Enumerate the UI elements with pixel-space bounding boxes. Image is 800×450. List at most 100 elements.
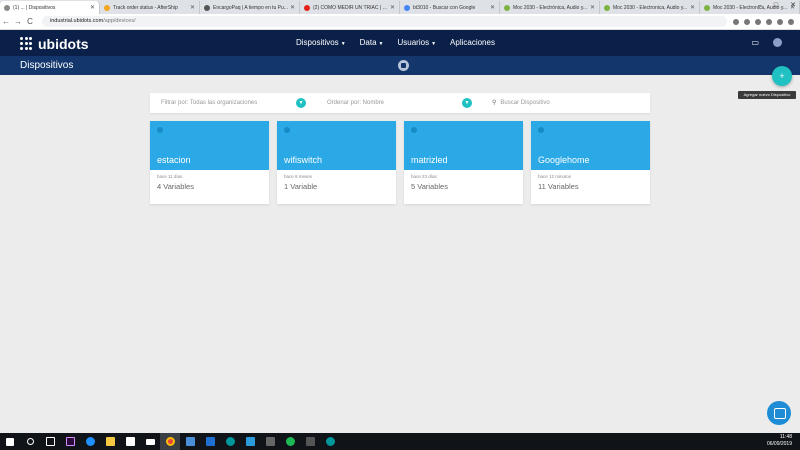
forward-button[interactable]: → [12,17,24,26]
device-last-activity: hace 12 minutos [538,174,572,179]
browser-tab-6[interactable]: Moc 2030 - Electronica, Audio y... ✕ [600,1,700,14]
task-view-icon[interactable] [40,433,60,450]
chevron-down-icon: ▼ [340,41,346,47]
chat-icon[interactable] [767,401,791,425]
app-icon[interactable] [260,433,280,450]
arduino-icon[interactable] [220,433,240,450]
tab-close-icon[interactable]: ✕ [590,4,595,11]
tab-favicon-icon [304,4,310,11]
device-name: Googlehome [538,155,590,165]
device-card-estacion[interactable]: estacion hace 11 días 4 Variables [150,121,269,204]
mail-icon[interactable] [140,433,160,450]
tab-favicon-icon [104,4,110,11]
device-card-wifiswitch[interactable]: wifiswitch hace 8 meses 1 Variable [277,121,396,204]
extension-icon[interactable] [766,18,772,25]
system-clock[interactable]: 11:48 06/09/2019 [767,434,792,448]
premiere-icon[interactable] [60,433,80,450]
nav-data[interactable]: Data ▼ [360,38,384,47]
device-icon [538,127,544,133]
chrome-icon[interactable] [160,433,180,450]
tab-close-icon[interactable]: ✕ [90,4,95,11]
url-input[interactable]: industrial.ubidots.com/app/devices/ [42,16,727,27]
ubidots-logo[interactable]: ubidots [20,36,89,52]
chevron-down-icon[interactable]: ▼ [296,98,306,108]
avatar[interactable] [773,38,782,47]
close-window-button[interactable]: ✕ [790,0,796,12]
spotify-icon[interactable] [280,433,300,450]
browser-tab-4[interactable]: bt3010 - Buscar con Google ✕ [400,1,500,14]
windows-start-icon[interactable] [0,433,20,450]
tab-favicon-icon [604,4,610,11]
nav-dispositivos[interactable]: Dispositivos ▼ [296,38,346,47]
clock-date: 06/09/2019 [766,441,792,447]
logo-dots-icon [20,37,34,51]
chevron-down-icon[interactable]: ▼ [462,98,472,108]
extension-icon[interactable] [744,18,750,25]
device-name: wifiswitch [284,155,323,165]
app-header: ubidots Dispositivos ▼ Data ▼ Usuarios ▼ Ap… [0,30,800,56]
device-variable-count: 1 Variable [284,182,318,191]
menu-icon[interactable] [788,18,794,25]
browser-tab-1[interactable]: Track order status - AfterShip ✕ [100,1,200,14]
file-explorer-icon[interactable] [100,433,120,450]
tab-favicon-icon [4,4,10,11]
browser-tab-3[interactable]: (2) COMO MEDIR UN TRIAC | CO... ✕ [300,1,400,14]
tab-close-icon[interactable]: ✕ [190,4,195,11]
device-variable-count: 11 Variables [538,182,579,191]
url-path: /app/devices/ [103,18,136,24]
device-card-matrizled[interactable]: matrizled hace 23 días 5 Variables [404,121,523,204]
tab-close-icon[interactable]: ✕ [490,4,495,11]
card-header: wifiswitch [277,121,396,170]
url-host: industrial.ubidots.com [50,18,104,24]
arduino-icon[interactable] [320,433,340,450]
browser-tab-5[interactable]: Moc 2030 - Electrónica, Audio y... ✕ [500,1,600,14]
page-title: Dispositivos [20,60,74,71]
device-variable-count: 5 Variables [411,182,448,191]
back-button[interactable]: ← [0,17,12,26]
app-icon[interactable] [240,433,260,450]
device-type-icon[interactable] [398,60,409,71]
device-name: matrizled [411,155,448,165]
main-nav: Dispositivos ▼ Data ▼ Usuarios ▼ Aplicacion… [296,38,495,47]
chevron-down-icon: ▼ [378,41,384,47]
browser-tab-0[interactable]: (1) ... | Dispositivos ✕ [0,1,100,14]
org-filter-select[interactable]: Filtrar por: Todas las organizaciones ▼ [150,93,312,113]
window-controls: – □ ✕ [758,0,796,12]
minimize-button[interactable]: – [758,0,762,12]
app-icon[interactable] [300,433,320,450]
app-icon[interactable] [180,433,200,450]
tab-close-icon[interactable]: ✕ [290,4,295,11]
store-icon[interactable] [120,433,140,450]
search-input[interactable]: ⚲ Buscar Dispositivo [480,93,650,113]
nav-aplicaciones[interactable]: Aplicaciones [450,38,495,47]
reload-button[interactable]: C [24,17,36,26]
browser-tab-2[interactable]: EncargoPaq | A tiempo en tu Pu... ✕ [200,1,300,14]
device-last-activity: hace 23 días [411,174,437,179]
device-last-activity: hace 8 meses [284,174,313,179]
edge-icon[interactable] [80,433,100,450]
header-actions: ▭ [751,38,782,47]
search-icon[interactable] [20,433,40,450]
add-device-button[interactable]: + [772,66,792,86]
extension-icon[interactable] [733,18,739,25]
tab-favicon-icon [704,4,710,11]
nav-usuarios[interactable]: Usuarios ▼ [398,38,437,47]
search-icon: ⚲ [492,100,497,106]
tab-close-icon[interactable]: ✕ [690,4,695,11]
tab-favicon-icon [204,4,210,11]
device-name: estacion [157,155,191,165]
extension-icon[interactable] [755,18,761,25]
card-header: matrizled [404,121,523,170]
sort-select[interactable]: Ordenar por: Nombre ▼ [312,93,480,113]
app-icon[interactable] [200,433,220,450]
tab-close-icon[interactable]: ✕ [390,4,395,11]
add-device-tooltip: Agregar nuevo Dispositivo [738,91,796,99]
extension-icon[interactable] [777,18,783,25]
clock-time: 11:48 [779,434,792,440]
card-header: Googlehome [531,121,650,170]
chevron-down-icon: ▼ [431,41,437,47]
browser-tab-strip: (1) ... | Dispositivos ✕ Track order stat… [0,0,800,14]
maximize-button[interactable]: □ [774,0,778,12]
inbox-icon[interactable]: ▭ [751,38,759,47]
device-card-googlehome[interactable]: Googlehome hace 12 minutos 11 Variables [531,121,650,204]
